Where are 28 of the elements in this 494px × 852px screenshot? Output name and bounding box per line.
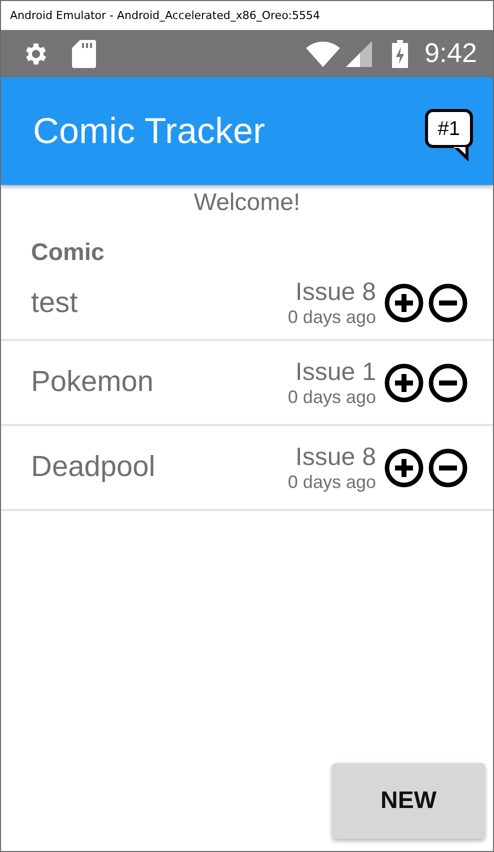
plus-circle-icon[interactable] [384, 283, 424, 323]
welcome-text: Welcome! [192, 189, 302, 217]
minus-circle-icon[interactable] [428, 448, 468, 488]
sd-card-icon [72, 40, 96, 68]
battery-icon [392, 40, 408, 68]
signal-icon [346, 40, 372, 66]
window-title: Android Emulator - Android_Accelerated_x86_Oreo:5554 [10, 9, 320, 22]
comic-row[interactable]: Deadpool Issue 8 0 days ago [1, 426, 493, 511]
comic-name: Pokemon [31, 366, 155, 399]
app-title: Comic Tracker [33, 110, 266, 152]
issue-number: Issue 8 [295, 278, 376, 307]
plus-circle-icon[interactable] [384, 362, 424, 402]
comic-row[interactable]: test Issue 8 0 days ago [1, 267, 493, 341]
column-header: Comic [31, 239, 104, 266]
updated-time: 0 days ago [288, 386, 376, 408]
wifi-icon [306, 40, 340, 66]
plus-circle-icon[interactable] [384, 448, 424, 488]
clock-time: 9:42 [424, 38, 477, 69]
minus-circle-icon[interactable] [428, 283, 468, 323]
issue-number: Issue 1 [295, 358, 376, 386]
minus-circle-icon[interactable] [428, 362, 468, 402]
comic-row[interactable]: Pokemon Issue 1 0 days ago [1, 341, 493, 426]
updated-time: 0 days ago [288, 307, 376, 328]
comic-name: Deadpool [31, 451, 156, 484]
issue-number: Issue 8 [295, 442, 376, 472]
updated-time: 0 days ago [288, 472, 376, 492]
new-button[interactable]: NEW [332, 763, 485, 839]
comic-name: test [31, 286, 79, 320]
